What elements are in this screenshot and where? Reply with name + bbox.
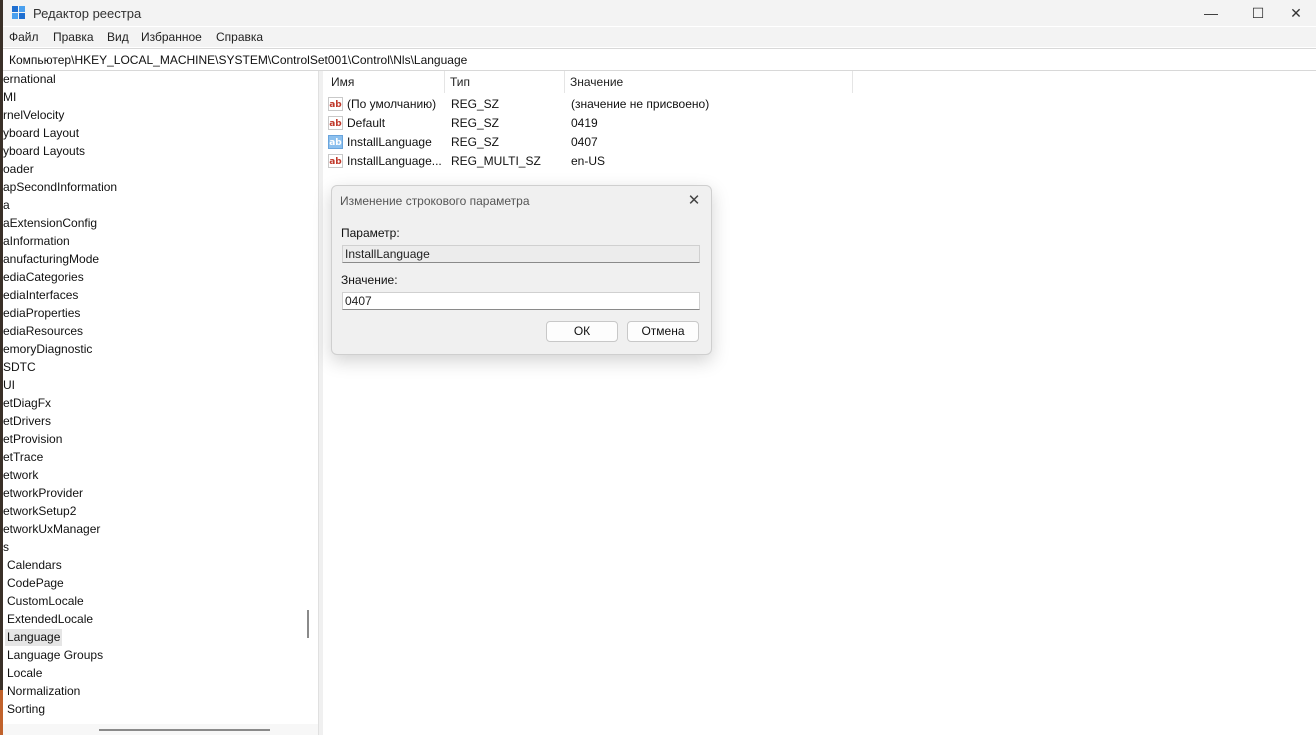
column-header-type[interactable]: Тип bbox=[445, 71, 565, 93]
tree-item[interactable]: SDTC bbox=[3, 359, 36, 376]
tree-item[interactable]: etTrace bbox=[3, 449, 43, 466]
string-value-icon: ab bbox=[328, 154, 343, 168]
tree-item[interactable]: etDrivers bbox=[3, 413, 51, 430]
tree-item[interactable]: etDiagFx bbox=[3, 395, 51, 412]
tree-item[interactable]: emoryDiagnostic bbox=[3, 341, 92, 358]
tree-item[interactable]: UI bbox=[3, 377, 15, 394]
column-header-value[interactable]: Значение bbox=[565, 71, 853, 93]
tree-item[interactable]: etProvision bbox=[3, 431, 62, 448]
tree-item[interactable]: aExtensionConfig bbox=[3, 215, 97, 232]
close-icon[interactable]: ✕ bbox=[684, 191, 704, 211]
value-data: (значение не присвоено) bbox=[571, 97, 710, 111]
tree-item[interactable]: ediaProperties bbox=[3, 305, 80, 322]
menu-file[interactable]: Файл bbox=[9, 30, 39, 44]
value-name: InstallLanguage bbox=[347, 135, 432, 149]
edit-string-dialog: Изменение строкового параметра ✕ Парамет… bbox=[331, 185, 712, 355]
value-row[interactable]: ab Default REG_SZ 0419 bbox=[328, 114, 928, 133]
address-path[interactable]: Компьютер\HKEY_LOCAL_MACHINE\SYSTEM\Cont… bbox=[9, 53, 467, 67]
cancel-button[interactable]: Отмена bbox=[627, 321, 699, 342]
tree-item[interactable]: etwork bbox=[3, 467, 38, 484]
key-tree: ernational MI rnelVelocity yboard Layout… bbox=[3, 71, 301, 724]
tree-item[interactable]: ediaInterfaces bbox=[3, 287, 78, 304]
value-data: 0419 bbox=[571, 116, 598, 130]
tree-vertical-scrollbar[interactable] bbox=[307, 610, 309, 638]
close-window-button[interactable]: ✕ bbox=[1273, 0, 1316, 26]
regedit-app-icon bbox=[12, 6, 26, 20]
menu-favorites[interactable]: Избранное bbox=[141, 30, 202, 44]
tree-item[interactable]: Language Groups bbox=[7, 647, 103, 664]
tree-item[interactable]: apSecondInformation bbox=[3, 179, 117, 196]
value-type: REG_SZ bbox=[451, 97, 500, 111]
tree-horizontal-scrollbar[interactable] bbox=[99, 729, 270, 731]
menu-edit[interactable]: Правка bbox=[53, 30, 94, 44]
tree-item[interactable]: ExtendedLocale bbox=[7, 611, 93, 628]
address-bar[interactable]: Компьютер\HKEY_LOCAL_MACHINE\SYSTEM\Cont… bbox=[3, 48, 1316, 71]
tree-item[interactable]: etworkSetup2 bbox=[3, 503, 76, 520]
menu-bar: Файл Правка Вид Избранное Справка bbox=[3, 27, 1316, 47]
string-value-icon: ab bbox=[328, 97, 343, 111]
tree-item[interactable]: yboard Layouts bbox=[3, 143, 85, 160]
value-data-field[interactable] bbox=[342, 292, 700, 310]
minimize-button[interactable]: — bbox=[1188, 0, 1234, 26]
ok-button[interactable]: ОК bbox=[546, 321, 618, 342]
tree-item[interactable]: anufacturingMode bbox=[3, 251, 99, 268]
tree-item[interactable]: Normalization bbox=[7, 683, 80, 700]
string-value-icon: ab bbox=[328, 116, 343, 130]
tree-item[interactable]: s bbox=[3, 539, 9, 556]
tree-item[interactable]: ediaCategories bbox=[3, 269, 84, 286]
value-type: REG_SZ bbox=[451, 135, 500, 149]
parameter-name-field bbox=[342, 245, 700, 263]
tree-item[interactable]: ediaResources bbox=[3, 323, 83, 340]
tree-item[interactable]: rnelVelocity bbox=[3, 107, 64, 124]
value-row-selected[interactable]: ab InstallLanguage REG_SZ 0407 bbox=[328, 133, 928, 152]
tree-item[interactable]: aInformation bbox=[3, 233, 70, 250]
tree-item[interactable]: etworkProvider bbox=[3, 485, 83, 502]
tree-item[interactable]: Calendars bbox=[7, 557, 62, 574]
tree-item[interactable]: a bbox=[3, 197, 10, 214]
window-title: Редактор реестра bbox=[33, 6, 142, 21]
column-header-name[interactable]: Имя bbox=[326, 71, 445, 93]
tree-item[interactable]: CustomLocale bbox=[7, 593, 84, 610]
tree-item[interactable]: CodePage bbox=[7, 575, 64, 592]
values-list: Имя Тип Значение ab (По умолчанию) REG_S… bbox=[323, 71, 1316, 735]
tree-item[interactable]: yboard Layout bbox=[3, 125, 79, 142]
tree-item[interactable]: Sorting bbox=[7, 701, 45, 718]
value-data: en-US bbox=[571, 154, 606, 168]
tree-item[interactable]: Locale bbox=[7, 665, 42, 682]
value-label: Значение: bbox=[341, 273, 398, 287]
tree-item-selected[interactable]: Language bbox=[5, 629, 63, 646]
value-type: REG_SZ bbox=[451, 116, 500, 130]
menu-view[interactable]: Вид bbox=[107, 30, 129, 44]
value-row[interactable]: ab InstallLanguage... REG_MULTI_SZ en-US bbox=[328, 152, 928, 171]
value-row[interactable]: ab (По умолчанию) REG_SZ (значение не пр… bbox=[328, 95, 928, 114]
value-name: InstallLanguage... bbox=[347, 154, 442, 168]
menu-help[interactable]: Справка bbox=[216, 30, 263, 44]
value-type: REG_MULTI_SZ bbox=[451, 154, 541, 168]
dialog-title: Изменение строкового параметра bbox=[340, 194, 530, 208]
tree-item[interactable]: MI bbox=[3, 89, 16, 106]
tree-item[interactable]: oader bbox=[3, 161, 34, 178]
value-name: (По умолчанию) bbox=[347, 97, 437, 111]
value-data: 0407 bbox=[571, 135, 598, 149]
parameter-label: Параметр: bbox=[341, 226, 400, 240]
value-name: Default bbox=[347, 116, 386, 130]
tree-item[interactable]: ernational bbox=[3, 71, 56, 88]
tree-item[interactable]: etworkUxManager bbox=[3, 521, 100, 538]
string-value-icon: ab bbox=[328, 135, 343, 149]
title-bar: Редактор реестра — ☐ ✕ bbox=[3, 0, 1316, 26]
